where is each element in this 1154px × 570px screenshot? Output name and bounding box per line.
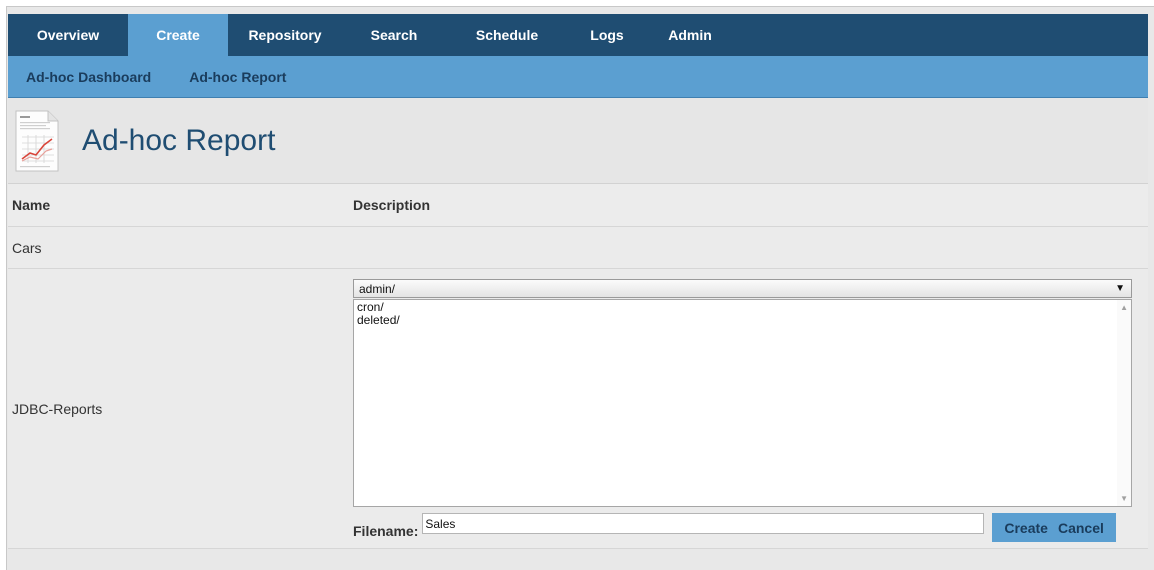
scroll-up-icon[interactable]: ▲ [1120,303,1128,312]
tab-logs[interactable]: Logs [568,14,646,56]
tab-create[interactable]: Create [128,14,228,56]
page-title: Ad-hoc Report [82,123,276,157]
caret-down-icon: ▼ [1115,283,1125,294]
column-header-description: Description [353,197,431,213]
scrollbar[interactable]: ▲ ▼ [1117,300,1131,506]
filename-row: Filename: Create Cancel [353,513,1140,542]
row-name: Cars [12,239,42,256]
save-report-panel: admin/ ▼ cron/ deleted/ ▲ ▼ Filename: Cr… [353,269,1148,548]
tab-overview[interactable]: Overview [8,14,128,56]
subnav-ad-hoc-dashboard[interactable]: Ad-hoc Dashboard [26,69,151,85]
create-button[interactable]: Create [1004,520,1048,536]
scroll-down-icon[interactable]: ▼ [1120,494,1128,503]
page-header: Ad-hoc Report [8,98,1148,184]
sub-nav: Ad-hoc Dashboard Ad-hoc Report [8,56,1148,98]
table-row[interactable]: Cars [8,227,1148,269]
action-buttons: Create Cancel [992,513,1116,542]
top-nav: Overview Create Repository Search Schedu… [8,14,1148,56]
folder-select[interactable]: admin/ ▼ [353,279,1132,298]
tab-admin[interactable]: Admin [646,14,734,56]
app: Overview Create Repository Search Schedu… [8,14,1148,564]
table-header: Name Description [8,184,1148,227]
row-name: JDBC-Reports [12,400,103,417]
filename-label: Filename: [353,522,419,539]
report-chart-icon [15,110,59,171]
cancel-button[interactable]: Cancel [1058,520,1104,536]
column-header-name: Name [12,197,51,213]
table-row: JDBC-Reports admin/ ▼ cron/ deleted/ ▲ ▼… [8,269,1148,549]
list-item[interactable]: deleted/ [354,314,1131,327]
folder-select-value: admin/ [359,281,396,296]
tab-schedule[interactable]: Schedule [446,14,568,56]
tab-search[interactable]: Search [342,14,446,56]
folder-listbox[interactable]: cron/ deleted/ ▲ ▼ [353,299,1132,507]
tab-repository[interactable]: Repository [228,14,342,56]
filename-input[interactable] [422,513,985,534]
subnav-ad-hoc-report[interactable]: Ad-hoc Report [189,69,286,85]
list-item[interactable]: cron/ [354,301,1131,314]
